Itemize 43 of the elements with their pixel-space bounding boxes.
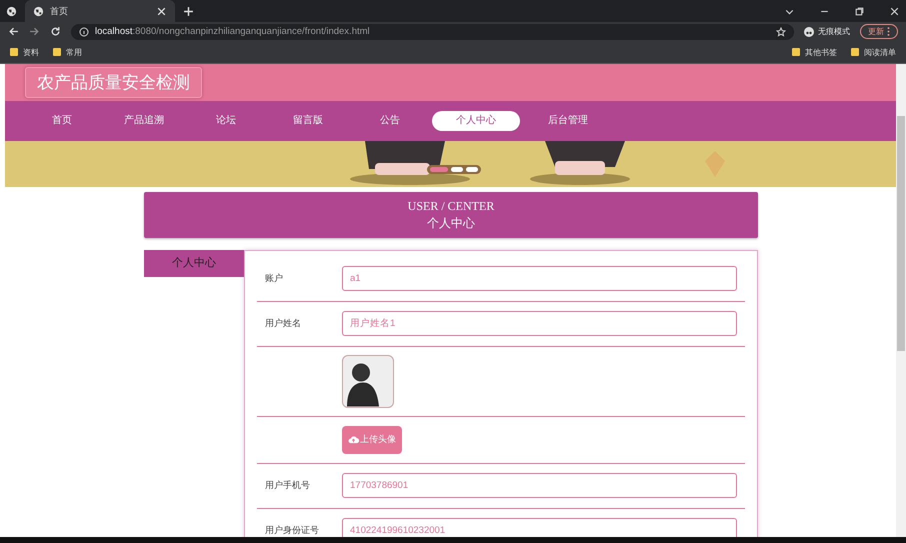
star-icon[interactable] xyxy=(776,26,786,37)
side-menu-item[interactable]: 个人中心 xyxy=(144,250,244,277)
close-icon[interactable] xyxy=(889,6,900,16)
globe-icon[interactable] xyxy=(6,6,17,16)
scrollbar-thumb[interactable] xyxy=(897,116,905,351)
site-title: 农产品质量安全检测 xyxy=(25,66,202,98)
field-label: 账户 xyxy=(265,272,284,286)
bookmark-item[interactable]: 资料 xyxy=(10,46,39,58)
nav-link[interactable]: 首页 xyxy=(22,110,102,131)
address-bar[interactable]: localhost:8080/nongchanpinzhilianganquanjiance/front/index.html xyxy=(71,24,794,40)
input-field[interactable]: a1 xyxy=(342,266,737,292)
info-icon[interactable] xyxy=(79,26,89,37)
close-tab-icon[interactable] xyxy=(156,6,167,16)
nav-link[interactable]: 后台管理 xyxy=(528,110,608,131)
restore-icon[interactable] xyxy=(854,6,865,16)
nav-link[interactable]: 公告 xyxy=(350,110,430,131)
reload-icon[interactable] xyxy=(50,26,61,38)
nav-link[interactable]: 论坛 xyxy=(186,110,266,131)
new-tab-icon[interactable] xyxy=(183,6,194,16)
back-icon[interactable] xyxy=(8,26,19,38)
field-label: 用户手机号 xyxy=(265,479,311,492)
input-field[interactable]: 17703786901 xyxy=(342,473,737,498)
section-title-en: USER / CENTER xyxy=(406,198,496,215)
globe-icon xyxy=(33,6,44,16)
nav-link[interactable]: 个人中心 xyxy=(432,110,520,131)
field-label: 用户姓名 xyxy=(265,317,302,330)
nav-link[interactable]: 留言版 xyxy=(268,110,348,131)
bookmark-item[interactable]: 常用 xyxy=(53,46,82,58)
cloud-upload-icon xyxy=(348,435,359,444)
bookmark-item[interactable]: 其他书签 xyxy=(792,46,837,58)
avatar-placeholder xyxy=(342,354,394,408)
incognito-badge[interactable]: 无痕模式 xyxy=(804,26,850,38)
browser-tab[interactable]: 首页 xyxy=(25,0,175,22)
bookmark-item[interactable]: 阅读清单 xyxy=(851,46,896,58)
input-field[interactable]: 410224199610232001 xyxy=(342,518,737,538)
update-button[interactable]: 更新 xyxy=(860,24,898,40)
more-icon[interactable] xyxy=(887,27,890,36)
input-field[interactable]: 用户姓名1 xyxy=(342,311,737,336)
field-label: 用户身份证号 xyxy=(265,524,320,538)
nav-link[interactable]: 产品追溯 xyxy=(104,110,184,131)
section-title: 个人中心 xyxy=(426,214,476,232)
upload-avatar-button[interactable]: 上传头像 xyxy=(342,426,402,454)
forward-icon[interactable] xyxy=(29,26,40,38)
